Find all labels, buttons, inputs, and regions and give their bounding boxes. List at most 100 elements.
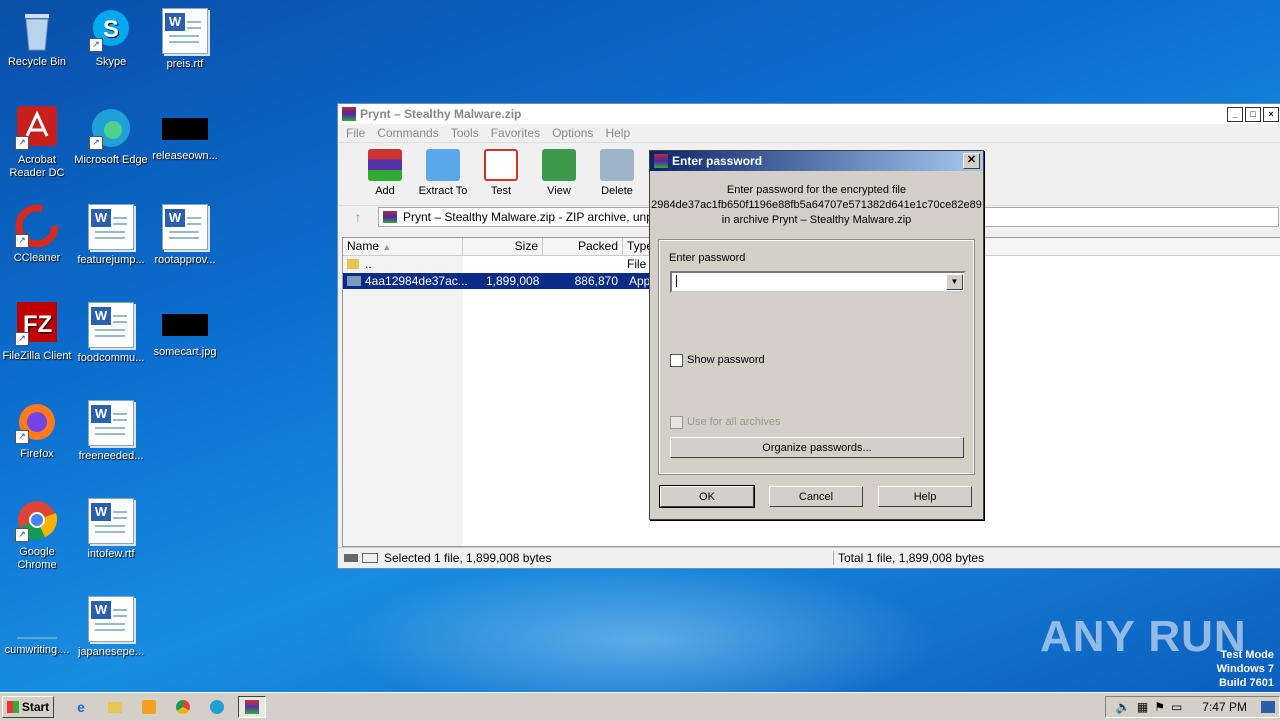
desktop-icon-cumwriting[interactable]: cumwriting.... [0,596,74,657]
chrome-taskbar-icon[interactable] [170,697,196,717]
winrar-taskbar-icon[interactable] [238,696,266,718]
desktop-icon-chrome[interactable]: ↗ Google Chrome [0,498,74,572]
thumbnail-icon [162,314,208,336]
winrar-icon [654,154,668,168]
desktop-icon-edge[interactable]: ↗ Microsoft Edge [74,106,148,167]
close-icon[interactable]: × [1263,106,1279,122]
edge-icon: ↗ [89,106,133,150]
up-arrow-icon[interactable]: ↑ [338,209,378,225]
menu-tools[interactable]: Tools [451,126,479,140]
view-button[interactable]: View [530,143,588,197]
ok-button[interactable]: OK [659,485,755,508]
media-player-icon[interactable] [136,697,162,717]
ccleaner-icon: ↗ [15,204,59,248]
desktop-icon-label: preis.rtf [166,58,204,70]
desktop-icon-skype[interactable]: S ↗ Skype [74,8,148,69]
desktop-icon-releaseown[interactable]: releaseown... [148,106,222,163]
clock[interactable]: 7:47 PM [1202,700,1247,714]
enter-password-dialog: Enter password ✕ Enter password for the … [649,150,984,520]
desktop-icon-label: Skype [95,56,127,68]
show-password-label[interactable]: Show password [687,354,765,366]
desktop-icon-label: Acrobat Reader DC [9,154,65,179]
word-doc-icon: W [88,596,134,642]
desktop-icon-somecart[interactable]: somecart.jpg [148,302,222,359]
add-button[interactable]: Add [356,143,414,197]
book-icon [542,149,576,181]
table-row-selected[interactable]: 4aa12984de37ac... 1,899,008 886,870 Appl [343,273,663,289]
desktop-icon-rootapprov[interactable]: W rootapprov... [148,204,222,267]
desktop-icon-acrobat[interactable]: ↗ Acrobat Reader DC [0,106,74,180]
desktop-icon-label: releaseown... [152,150,218,162]
dialog-message: Enter password for the encrypted file 29… [650,183,983,228]
table-row[interactable]: .. File f [343,256,663,272]
test-icon [484,149,518,181]
menubar: File Commands Tools Favorites Options He… [338,124,1280,142]
window-title: Prynt – Stealthy Malware.zip [360,107,522,121]
help-button[interactable]: Help [878,486,972,507]
folder-up-icon [347,259,359,269]
menu-commands[interactable]: Commands [377,126,438,140]
test-mode-line1: Test Mode [1220,649,1274,661]
test-mode-line2: Windows 7 [1216,663,1274,675]
firefox-icon: ↗ [15,400,59,444]
delete-button[interactable]: Delete [588,143,646,197]
maximize-icon[interactable]: □ [1245,106,1261,122]
desktop-icon-label: foodcommu... [77,352,145,364]
recycle-bin-icon [15,8,59,52]
desktop-icon-freeneeded[interactable]: W freeneeded... [74,400,148,463]
trash-icon [600,149,634,181]
power-icon[interactable]: ▭ [1171,700,1182,714]
desktop-icon-filezilla[interactable]: FZ ↗ FileZilla Client [0,302,74,363]
desktop-icon-featurejump[interactable]: W featurejump... [74,204,148,267]
add-label: Add [375,185,395,197]
explorer-icon[interactable] [102,697,128,717]
desktop-icon-label: Firefox [20,448,54,460]
desktop-icon-recycle-bin[interactable]: Recycle Bin [0,8,74,69]
key-icon [362,553,378,563]
organize-passwords-button[interactable]: Organize passwords... [670,437,964,458]
menu-options[interactable]: Options [552,126,593,140]
minimize-icon[interactable]: _ [1227,106,1243,122]
desktop-icon-firefox[interactable]: ↗ Firefox [0,400,74,461]
taskbar: Start e 🔈 ▦ ⚑ ▭ 7:47 PM [0,692,1280,721]
dialog-titlebar[interactable]: Enter password ✕ [650,151,983,171]
desktop-icon-foodcommu[interactable]: W foodcommu... [74,302,148,365]
file-list-name-column [343,256,463,546]
desktop-icon-label: freeneeded... [78,450,144,462]
menu-help[interactable]: Help [605,126,630,140]
volume-icon[interactable]: 🔈 [1116,700,1131,714]
desktop-icon-intofew[interactable]: W intofew.rtf [74,498,148,561]
cancel-button[interactable]: Cancel [769,486,863,507]
menu-favorites[interactable]: Favorites [491,126,540,140]
row-packed: 886,870 [574,274,618,288]
start-button[interactable]: Start [2,696,54,718]
windows-flag-icon [6,701,19,713]
zip-icon [383,211,397,223]
edge-taskbar-icon[interactable] [204,697,230,717]
test-button[interactable]: Test [472,143,530,197]
close-icon[interactable]: ✕ [963,153,980,169]
column-name[interactable]: Name ▲ [343,238,463,255]
chevron-down-icon[interactable]: ▼ [946,274,963,290]
window-titlebar[interactable]: Prynt – Stealthy Malware.zip _ □ × [338,104,1280,124]
action-center-icon[interactable]: ⚑ [1154,700,1165,714]
dialog-message-archive: in archive Prynt – Stealthy Malware.zip [721,214,912,226]
show-desktop-icon[interactable] [1261,701,1275,713]
ie-icon[interactable]: e [68,697,94,717]
view-label: View [547,185,571,197]
column-size[interactable]: Size [463,238,543,255]
desktop-icon-japanesepe[interactable]: W japanesepe... [74,596,148,659]
show-password-checkbox[interactable] [670,354,683,367]
acrobat-icon: ↗ [15,106,59,150]
use-for-all-archives-checkbox[interactable] [670,416,683,429]
column-packed[interactable]: Packed [543,238,623,255]
network-icon[interactable]: ▦ [1137,700,1148,714]
extract-to-button[interactable]: Extract To [414,143,472,197]
desktop-icon-label: CCleaner [13,252,61,264]
menu-file[interactable]: File [346,126,365,140]
password-input[interactable]: ▼ [670,271,966,293]
desktop-icon-label: FileZilla Client [2,350,72,362]
desktop-icon-ccleaner[interactable]: ↗ CCleaner [0,204,74,265]
desktop-icon-preis[interactable]: W preis.rtf [148,8,222,71]
start-label: Start [21,700,50,714]
